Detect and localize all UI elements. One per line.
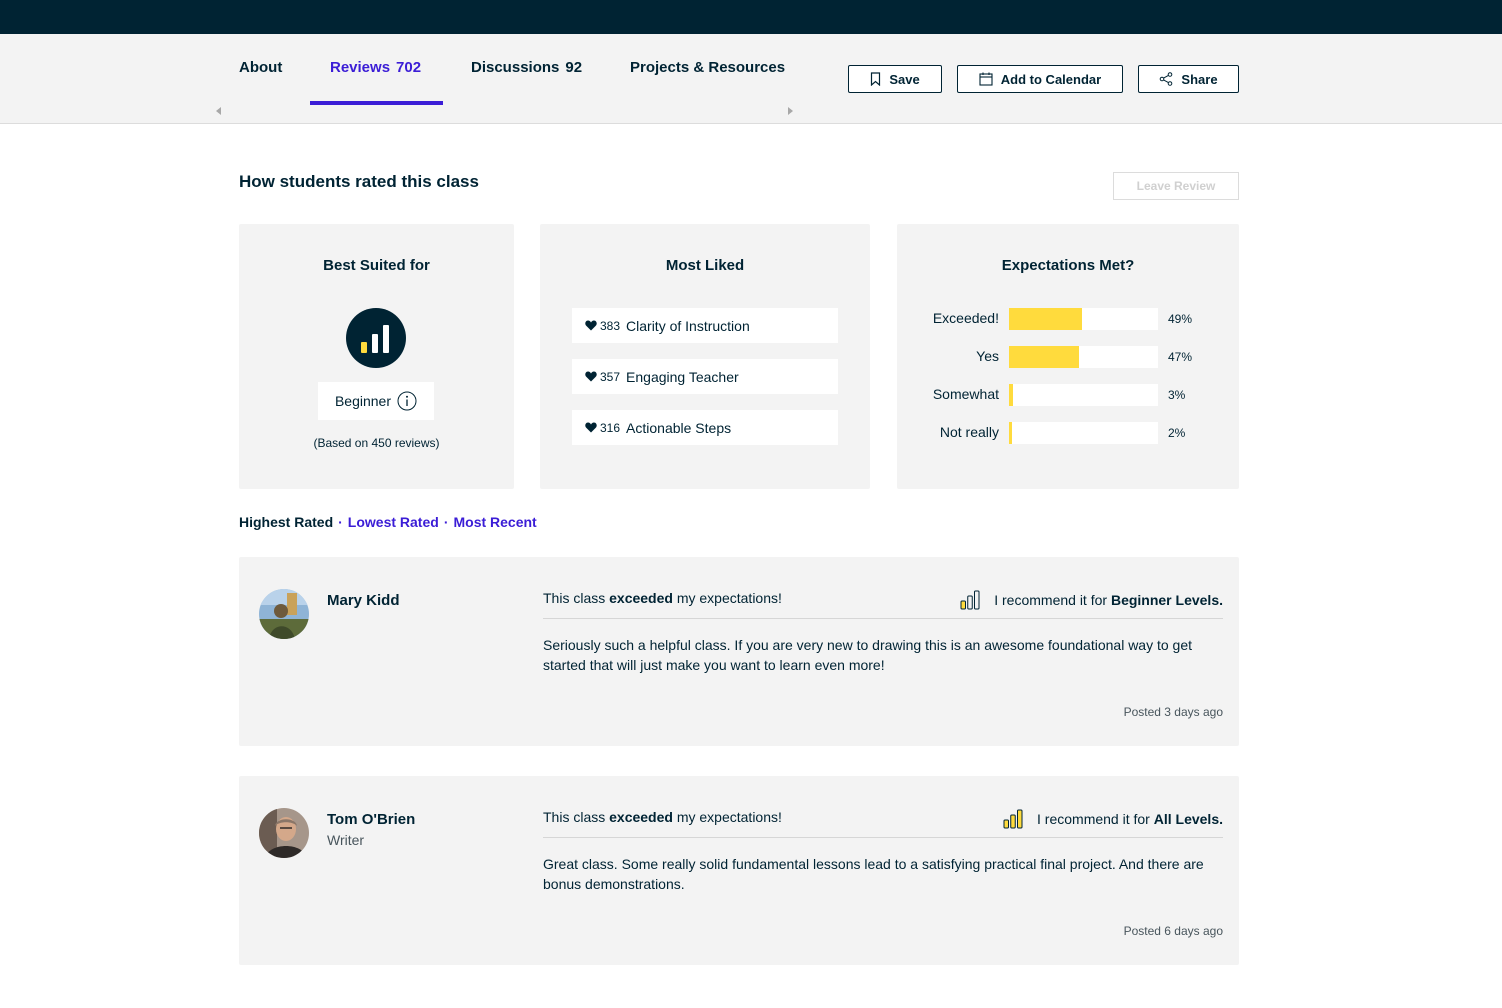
tab-reviews[interactable]: Reviews 702	[330, 59, 421, 76]
review-text: Seriously such a helpful class. If you a…	[543, 637, 1193, 673]
avatar[interactable]	[259, 589, 309, 639]
heart-icon	[585, 371, 597, 382]
best-suited-card: Best Suited for Beginner (Based on 450 r…	[239, 224, 514, 489]
share-icon	[1160, 72, 1173, 86]
expectation-bar-fill	[1009, 384, 1014, 406]
review-card: Tom O'Brien Writer This class exceeded m…	[239, 776, 1239, 965]
info-icon[interactable]	[397, 391, 417, 411]
review-text: Great class. Some really solid fundament…	[543, 856, 1204, 892]
expectation-row: Somewhat 3%	[897, 384, 1239, 406]
add-to-calendar-button[interactable]: Add to Calendar	[957, 65, 1123, 93]
sort-separator: ·	[443, 514, 449, 530]
avatar[interactable]	[259, 808, 309, 858]
top-nav-bar	[0, 0, 1502, 34]
expectation-statement: This class exceeded my expectations!	[543, 590, 782, 606]
expectation-bar-track	[1009, 384, 1158, 406]
class-tab-bar: About Reviews 702 Discussions 92 Projects …	[0, 34, 1502, 124]
reviewer-title: Writer	[327, 832, 365, 848]
liked-item: 383 Clarity of Instruction	[572, 308, 838, 343]
tab-discussions[interactable]: Discussions 92	[471, 59, 582, 76]
most-liked-title: Most Liked	[665, 257, 745, 274]
best-suited-title: Best Suited for	[323, 257, 430, 274]
most-liked-card: Most Liked 383 Clarity of Instruction 35…	[540, 224, 870, 489]
posted-date: Posted 3 days ago	[1123, 705, 1223, 719]
liked-item: 357 Engaging Teacher	[572, 359, 838, 394]
skill-level-icon	[346, 308, 406, 368]
leave-review-button[interactable]: Leave Review	[1113, 172, 1239, 200]
level-recommendation: I recommend it for All Levels.	[1003, 809, 1223, 829]
reviewer-name[interactable]: Tom O'Brien	[327, 811, 415, 828]
expectation-bar-track	[1009, 346, 1158, 368]
share-button[interactable]: Share	[1138, 65, 1239, 93]
expectation-row: Yes 47%	[897, 346, 1239, 368]
expectation-bar-track	[1009, 308, 1158, 330]
reviews-count: 702	[396, 59, 422, 76]
expectation-bar-fill	[1009, 308, 1082, 330]
expectation-bar-track	[1009, 422, 1158, 444]
review-card: Mary Kidd This class exceeded my expecta…	[239, 557, 1239, 746]
sort-separator: ·	[338, 514, 343, 530]
skill-level-bars-icon	[960, 590, 980, 610]
liked-item: 316 Actionable Steps	[572, 410, 838, 445]
heart-icon	[585, 422, 597, 433]
reviewer-name[interactable]: Mary Kidd	[327, 592, 400, 609]
skill-level-bars-icon	[1003, 809, 1023, 829]
level-recommendation: I recommend it for Beginner Levels.	[960, 590, 1223, 610]
tab-projects-resources[interactable]: Projects & Resources	[630, 59, 785, 76]
expectation-row: Exceeded! 49%	[897, 308, 1239, 330]
expectation-bar-fill	[1009, 422, 1012, 444]
expectations-card: Expectations Met? Exceeded! 49% Yes 47% …	[897, 224, 1239, 489]
active-tab-indicator	[310, 101, 443, 105]
divider	[543, 618, 1223, 619]
scroll-right-arrow-icon[interactable]	[788, 107, 793, 115]
discussions-count: 92	[565, 59, 583, 76]
calendar-icon	[979, 72, 993, 86]
expectation-row: Not really 2%	[897, 422, 1239, 444]
sort-lowest-rated[interactable]: Lowest Rated	[348, 514, 439, 530]
bookmark-icon	[871, 72, 881, 86]
divider	[543, 837, 1223, 838]
sort-most-recent[interactable]: Most Recent	[453, 514, 536, 530]
tab-about[interactable]: About	[239, 59, 282, 76]
skill-level-badge: Beginner	[318, 382, 434, 420]
ratings-section-title: How students rated this class	[239, 172, 479, 191]
review-sort-bar: Highest Rated · Lowest Rated · Most Recent	[239, 514, 537, 530]
expectation-bar-fill	[1009, 346, 1080, 368]
sort-highest-rated[interactable]: Highest Rated	[239, 514, 333, 530]
posted-date: Posted 6 days ago	[1123, 924, 1223, 938]
expectation-statement: This class exceeded my expectations!	[543, 809, 782, 825]
heart-icon	[585, 320, 597, 331]
expectations-title: Expectations Met?	[1001, 257, 1135, 274]
based-on-count: (Based on 450 reviews)	[313, 436, 440, 450]
save-button[interactable]: Save	[848, 65, 942, 93]
scroll-left-arrow-icon[interactable]	[216, 107, 221, 115]
